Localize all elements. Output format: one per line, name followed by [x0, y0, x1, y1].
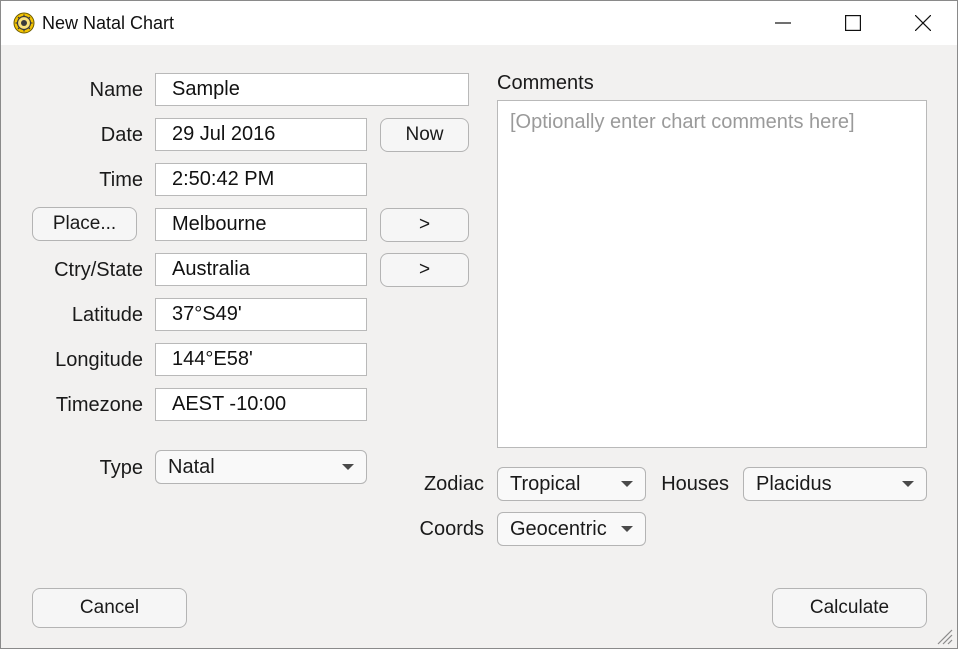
resize-grip-icon[interactable]: [935, 627, 953, 645]
coords-select[interactable]: Geocentric: [497, 512, 646, 546]
zodiac-select[interactable]: Tropical: [497, 467, 646, 501]
astrology-wheel-icon: [13, 12, 35, 34]
time-label: Time: [99, 169, 143, 191]
maximize-icon: [845, 15, 861, 31]
comments-placeholder: [Optionally enter chart comments here]: [510, 111, 855, 133]
latitude-input[interactable]: 37°S49': [155, 298, 367, 331]
type-label: Type: [99, 457, 143, 479]
coords-label: Coords: [419, 518, 484, 540]
cancel-button[interactable]: Cancel: [32, 588, 187, 628]
houses-select[interactable]: Placidus: [743, 467, 927, 501]
zodiac-select-value: Tropical: [510, 473, 581, 495]
minimize-icon: [775, 22, 791, 24]
now-button[interactable]: Now: [380, 118, 469, 152]
date-input[interactable]: 29 Jul 2016: [155, 118, 367, 151]
chevron-down-icon: [621, 526, 633, 532]
longitude-input[interactable]: 144°E58': [155, 343, 367, 376]
calculate-button[interactable]: Calculate: [772, 588, 927, 628]
timezone-input[interactable]: AEST -10:00: [155, 388, 367, 421]
timezone-label: Timezone: [55, 394, 143, 416]
minimize-button[interactable]: [748, 1, 818, 45]
houses-select-value: Placidus: [756, 473, 832, 495]
natal-chart-dialog: New Natal Chart Name Sample Date 29 Jul …: [0, 0, 958, 649]
chevron-down-icon: [902, 481, 914, 487]
close-button[interactable]: [888, 1, 957, 45]
type-select[interactable]: Natal: [155, 450, 367, 484]
name-label: Name: [89, 79, 143, 101]
longitude-label: Longitude: [55, 349, 143, 371]
window-title: New Natal Chart: [42, 13, 175, 33]
time-input[interactable]: 2:50:42 PM: [155, 163, 367, 196]
country-state-input[interactable]: Australia: [155, 253, 367, 286]
place-lookup-button[interactable]: >: [380, 208, 469, 242]
maximize-button[interactable]: [818, 1, 888, 45]
chevron-down-icon: [621, 481, 633, 487]
chevron-down-icon: [342, 464, 354, 470]
place-input[interactable]: Melbourne: [155, 208, 367, 241]
comments-label: Comments: [497, 72, 594, 94]
title-bar: New Natal Chart: [1, 1, 957, 45]
latitude-label: Latitude: [71, 304, 143, 326]
place-button[interactable]: Place...: [32, 207, 137, 241]
name-input[interactable]: Sample: [155, 73, 469, 106]
country-lookup-button[interactable]: >: [380, 253, 469, 287]
type-select-value: Natal: [168, 456, 215, 478]
houses-label: Houses: [661, 473, 729, 495]
coords-select-value: Geocentric: [510, 518, 607, 540]
date-label: Date: [100, 124, 143, 146]
country-state-label: Ctry/State: [54, 259, 143, 281]
close-icon: [915, 15, 931, 31]
comments-textarea[interactable]: [Optionally enter chart comments here]: [497, 100, 927, 448]
zodiac-label: Zodiac: [423, 473, 484, 495]
